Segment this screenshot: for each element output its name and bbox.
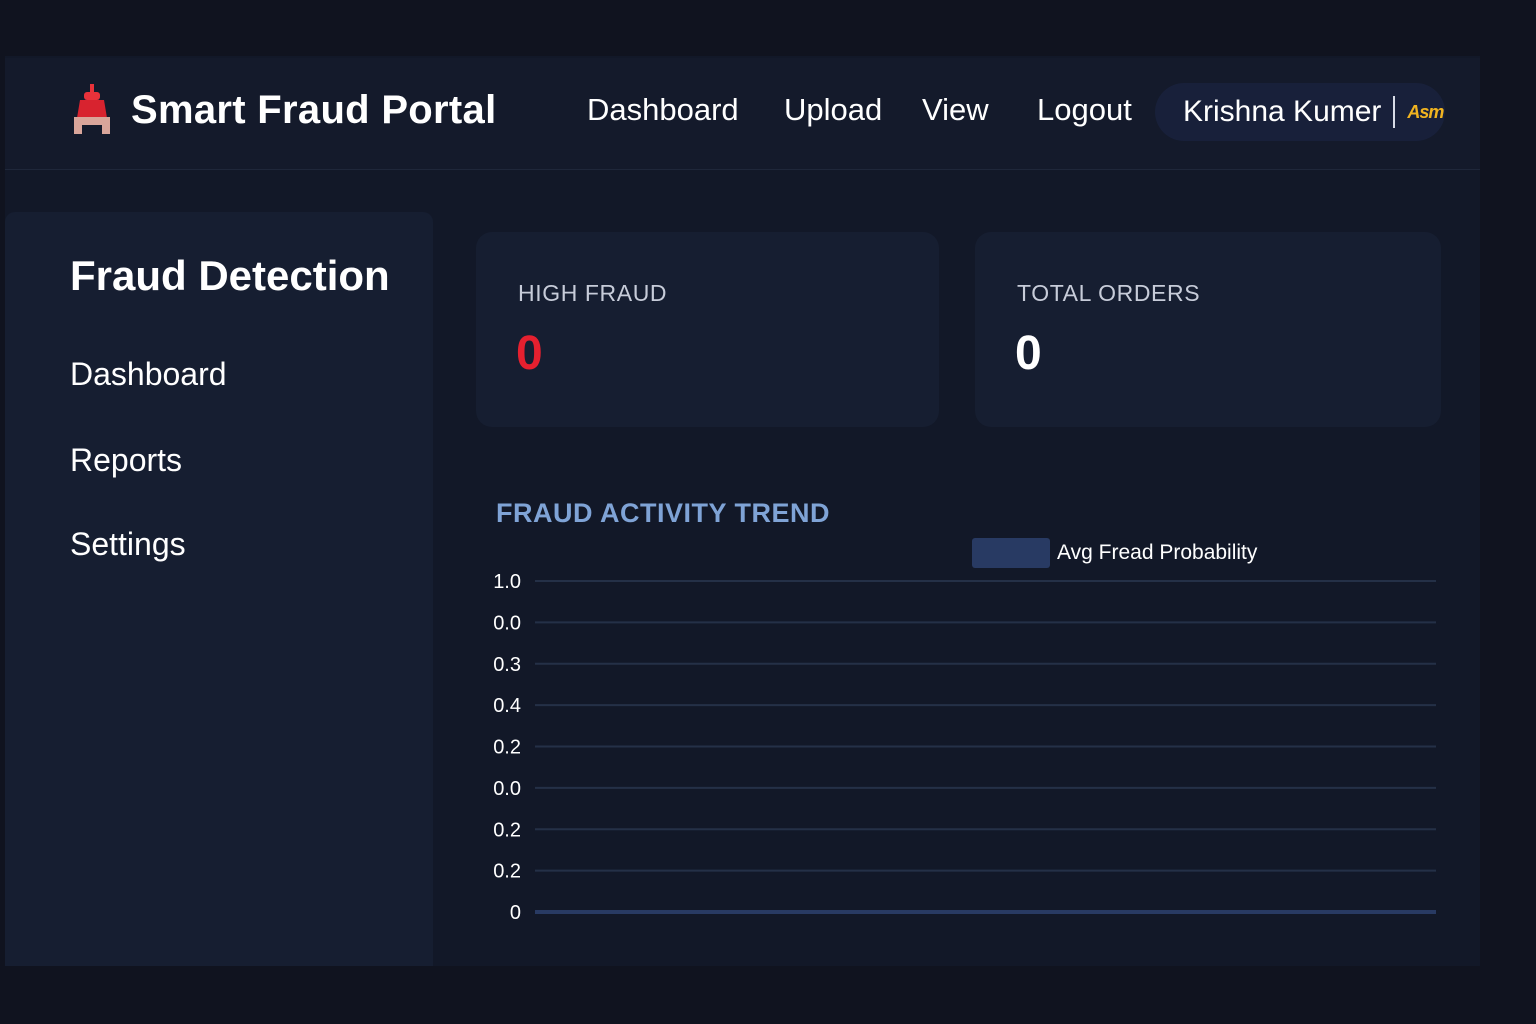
nav-logout-link[interactable]: Logout	[1037, 92, 1132, 128]
y-tick-label: 0.3	[493, 654, 521, 676]
brand[interactable]: Smart Fraud Portal	[71, 84, 496, 136]
total-orders-label: TOTAL ORDERS	[1017, 280, 1201, 306]
y-tick-label: 0.4	[493, 695, 521, 717]
sidebar-item-dashboard[interactable]: Dashboard	[70, 356, 227, 393]
sidebar-item-settings[interactable]: Settings	[70, 526, 186, 563]
nav-view-link[interactable]: View	[922, 92, 989, 128]
total-orders-value: 0	[1015, 327, 1042, 380]
y-tick-label: 0.0	[493, 778, 521, 800]
y-tick-label: 0	[510, 902, 521, 924]
chart-title: FRAUD ACTIVITY TREND	[496, 498, 830, 528]
high-fraud-value: 0	[516, 327, 543, 380]
user-divider	[1393, 96, 1396, 128]
top-navbar: Smart Fraud Portal Dashboard Upload View…	[5, 58, 1480, 170]
brand-title: Smart Fraud Portal	[131, 87, 497, 132]
y-tick-label: 0.0	[493, 612, 521, 634]
sidebar-title: Fraud Detection	[70, 252, 390, 299]
y-tick-label: 0.2	[493, 819, 521, 841]
sidebar: Fraud Detection Dashboard Reports Settin…	[5, 212, 433, 966]
alarm-bell-icon	[71, 84, 113, 136]
high-fraud-label: HIGH FRAUD	[518, 280, 668, 306]
y-tick-label: 0.2	[493, 737, 521, 759]
user-badge-logo: Asm	[1407, 101, 1444, 122]
user-name: Krishna Kumer	[1183, 95, 1382, 128]
nav-dashboard-link[interactable]: Dashboard	[587, 92, 739, 128]
high-fraud-card: HIGH FRAUD 0	[476, 232, 939, 427]
nav-upload-link[interactable]: Upload	[784, 92, 882, 128]
user-menu[interactable]: Krishna Kumer Asm	[1155, 83, 1445, 141]
fraud-trend-chart: 1.0 0.0 0.3 0.4 0.2 0.0 0.2 0.2 0	[493, 571, 1436, 924]
y-tick-label: 1.0	[493, 571, 521, 593]
total-orders-card: TOTAL ORDERS 0	[975, 232, 1441, 427]
y-tick-label: 0.2	[493, 861, 521, 883]
sidebar-item-reports[interactable]: Reports	[70, 442, 182, 479]
